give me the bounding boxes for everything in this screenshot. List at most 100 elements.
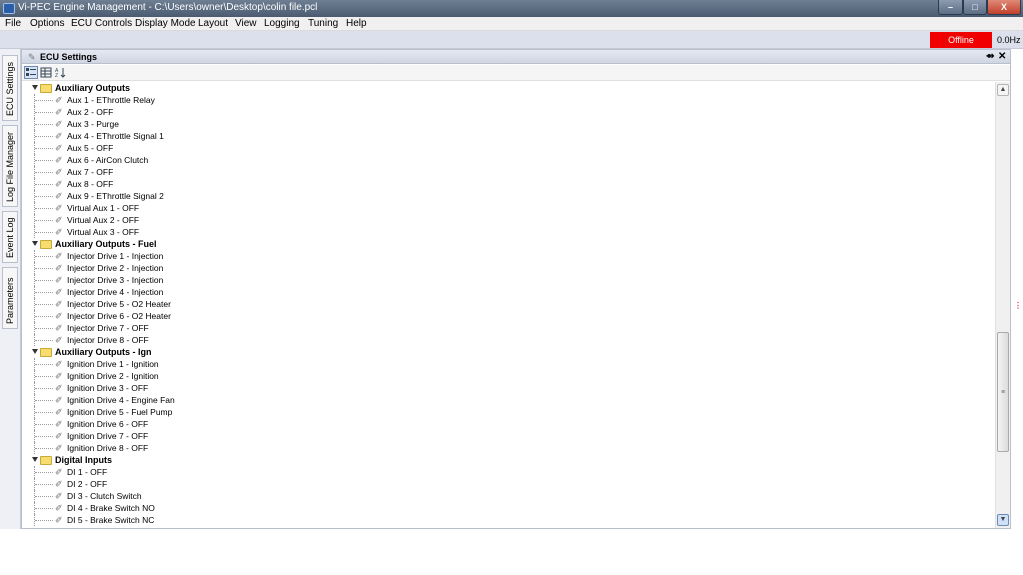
tree-item-label: Ignition Drive 4 - Engine Fan: [67, 395, 175, 405]
menu-options[interactable]: Options: [30, 18, 64, 29]
menu-layout[interactable]: Layout: [198, 18, 228, 29]
tree-connector: [35, 340, 53, 341]
wrench-icon: ✐: [55, 155, 63, 165]
tree-item[interactable]: ✐ Ignition Drive 1 - Ignition: [22, 358, 994, 370]
tree-connector: [35, 304, 53, 305]
tree-item-label: Ignition Drive 1 - Ignition: [67, 359, 159, 369]
tree-item[interactable]: ✐ Ignition Drive 4 - Engine Fan: [22, 394, 994, 406]
tree-connector: [35, 268, 53, 269]
tree-item[interactable]: ✐ Aux 6 - AirCon Clutch: [22, 154, 994, 166]
scroll-down-button[interactable]: ▼: [997, 514, 1009, 526]
expand-arrow-icon[interactable]: [32, 457, 38, 462]
tree-connector: [35, 172, 53, 173]
tree-item[interactable]: ✐ Ignition Drive 7 - OFF: [22, 430, 994, 442]
expand-arrow-icon[interactable]: [32, 241, 38, 246]
wrench-icon: ✐: [55, 323, 63, 333]
tree-item[interactable]: ✐ Virtual Aux 2 - OFF: [22, 214, 994, 226]
tree-connector: [35, 160, 53, 161]
tree-item[interactable]: ✐ Aux 8 - OFF: [22, 178, 994, 190]
wrench-icon: ✐: [55, 431, 63, 441]
tree-item[interactable]: ✐ DI 5 - Brake Switch NC: [22, 514, 994, 526]
tree-item[interactable]: ✐ Aux 7 - OFF: [22, 166, 994, 178]
tree-item[interactable]: ✐ Aux 5 - OFF: [22, 142, 994, 154]
close-icon[interactable]: ✕: [998, 51, 1006, 62]
tree-item[interactable]: ✐ Injector Drive 6 - O2 Heater: [22, 310, 994, 322]
tree-item[interactable]: ✐ Ignition Drive 3 - OFF: [22, 382, 994, 394]
tree-connector: [35, 328, 53, 329]
wrench-icon: ✐: [55, 407, 63, 417]
tree-group[interactable]: Auxiliary Outputs - Ign: [22, 346, 994, 358]
tree-item[interactable]: ✐ Injector Drive 4 - Injection: [22, 286, 994, 298]
menu-tuning[interactable]: Tuning: [308, 18, 338, 29]
tree-item[interactable]: ✐ Virtual Aux 3 - OFF: [22, 226, 994, 238]
expand-arrow-icon[interactable]: [32, 85, 38, 90]
tree-connector: [35, 292, 53, 293]
tree-item[interactable]: ✐ Ignition Drive 2 - Ignition: [22, 370, 994, 382]
tab-parameters-label: Parameters: [5, 277, 15, 324]
tree-item[interactable]: ✐ Injector Drive 2 - Injection: [22, 262, 994, 274]
scroll-thumb[interactable]: ≡: [997, 332, 1009, 452]
tree-item[interactable]: ✐ Virtual Aux 1 - OFF: [22, 202, 994, 214]
grid-view-button[interactable]: [39, 66, 53, 79]
tree-item[interactable]: ✐ Aux 2 - OFF: [22, 106, 994, 118]
tree-item-label: DI 1 - OFF: [67, 467, 108, 477]
tree-connector: [35, 448, 53, 449]
pin-icon[interactable]: ⇴: [986, 51, 994, 62]
tree-group-label: Digital Inputs: [55, 455, 112, 465]
tree-connector: [35, 232, 53, 233]
vertical-scrollbar[interactable]: ▲ ≡ ▼: [995, 82, 1010, 528]
menu-logging[interactable]: Logging: [264, 18, 300, 29]
sort-az-button[interactable]: AZ: [54, 66, 68, 79]
tree-item-label: Ignition Drive 3 - OFF: [67, 383, 149, 393]
menu-display-mode[interactable]: Display Mode: [135, 18, 196, 29]
tab-event-log[interactable]: Event Log: [2, 211, 18, 263]
tree-item[interactable]: ✐ DI 3 - Clutch Switch: [22, 490, 994, 502]
wrench-icon: ✐: [55, 419, 63, 429]
tree-item[interactable]: ✐ DI 2 - OFF: [22, 478, 994, 490]
tab-event-log-label: Event Log: [5, 217, 15, 258]
tree-group[interactable]: Auxiliary Outputs - Fuel: [22, 238, 994, 250]
tree-item[interactable]: ✐ Injector Drive 5 - O2 Heater: [22, 298, 994, 310]
expand-arrow-icon[interactable]: [32, 349, 38, 354]
tab-parameters[interactable]: Parameters: [2, 267, 18, 329]
tree-item[interactable]: ✐ Injector Drive 1 - Injection: [22, 250, 994, 262]
menu-view[interactable]: View: [235, 18, 257, 29]
wrench-icon: ✐: [55, 467, 63, 477]
tree-item[interactable]: ✐ Ignition Drive 5 - Fuel Pump: [22, 406, 994, 418]
tab-ecu-settings[interactable]: ECU Settings: [2, 55, 18, 121]
tree-item[interactable]: ✐ Injector Drive 3 - Injection: [22, 274, 994, 286]
menu-ecu-controls[interactable]: ECU Controls: [71, 18, 132, 29]
tab-log-file-manager[interactable]: Log File Manager: [2, 125, 18, 207]
ecu-settings-panel: ✎ ECU Settings ⇴ ✕ AZ Auxiliary Outputs ✐…: [21, 49, 1011, 529]
tree-connector: [35, 496, 53, 497]
tree-item-label: Aux 7 - OFF: [67, 167, 114, 177]
tree-item[interactable]: ✐ Ignition Drive 8 - OFF: [22, 442, 994, 454]
categorized-icon: [26, 68, 36, 76]
tree-item[interactable]: ✐ Aux 4 - EThrottle Signal 1: [22, 130, 994, 142]
wrench-icon: ✐: [55, 131, 63, 141]
scroll-up-button[interactable]: ▲: [997, 84, 1009, 96]
categorized-view-button[interactable]: [24, 66, 38, 79]
maximize-button[interactable]: □: [963, 0, 987, 15]
tree-item[interactable]: ✐ DI 4 - Brake Switch NO: [22, 502, 994, 514]
grid-icon: [40, 67, 52, 78]
tree-item[interactable]: ✐ Injector Drive 7 - OFF: [22, 322, 994, 334]
menu-file[interactable]: File: [5, 18, 21, 29]
tree-item-label: Virtual Aux 2 - OFF: [67, 215, 140, 225]
tree-item[interactable]: ✐ Aux 9 - EThrottle Signal 2: [22, 190, 994, 202]
tree-group[interactable]: Digital Inputs: [22, 454, 994, 466]
tree-item[interactable]: ✐ DI 1 - OFF: [22, 466, 994, 478]
tree-item-label: Injector Drive 4 - Injection: [67, 287, 164, 297]
tree-group[interactable]: Auxiliary Outputs: [22, 82, 994, 94]
close-window-button[interactable]: X: [987, 0, 1021, 15]
menu-help[interactable]: Help: [346, 18, 367, 29]
tree-item[interactable]: ✐ Aux 1 - EThrottle Relay: [22, 94, 994, 106]
tree-item[interactable]: ✐ Injector Drive 8 - OFF: [22, 334, 994, 346]
tree-item-label: Ignition Drive 8 - OFF: [67, 443, 149, 453]
connection-status-badge[interactable]: Offline: [930, 32, 992, 48]
tree-item[interactable]: ✐ Ignition Drive 6 - OFF: [22, 418, 994, 430]
tree-connector: [35, 484, 53, 485]
minimize-button[interactable]: –: [938, 0, 963, 15]
app-icon: [3, 3, 15, 14]
tree-item[interactable]: ✐ Aux 3 - Purge: [22, 118, 994, 130]
